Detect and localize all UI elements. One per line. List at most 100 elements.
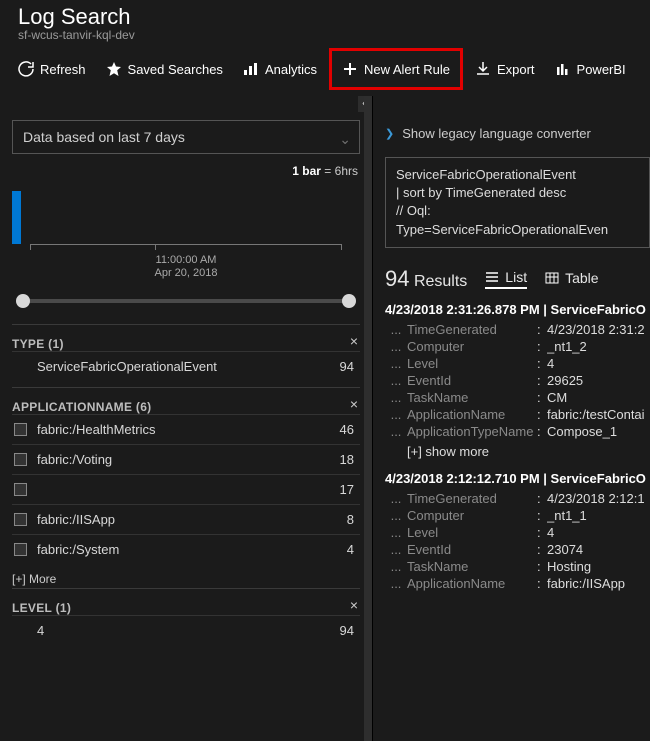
field-menu-icon[interactable]: ... [385,424,407,439]
scrollbar[interactable] [364,96,372,741]
field-key: ApplicationName [407,576,537,591]
filter-item-name: 4 [37,623,330,638]
filter-title: APPLICATIONNAME (6) [12,400,360,414]
legacy-converter-label: Show legacy language converter [402,126,591,141]
field-menu-icon[interactable]: ... [385,322,407,337]
entry-field: ...Level:4 [385,524,650,541]
results-count: 94 Results [385,266,467,292]
time-range-selector[interactable]: Data based on last 7 days ⌄ [12,120,360,154]
field-menu-icon[interactable]: ... [385,559,407,574]
powerbi-icon [555,61,571,77]
filter-group: LEVEL (1)×494 [12,588,360,651]
field-value: 23074 [547,542,583,557]
entry-header[interactable]: 4/23/2018 2:31:26.878 PM | ServiceFabric… [385,302,650,317]
field-key: ApplicationName [407,407,537,422]
close-icon[interactable]: × [350,597,358,613]
entry-field: ...ApplicationName:fabric:/testContai [385,406,650,423]
filter-item[interactable]: fabric:/Voting 18 [12,444,360,474]
histogram-chart[interactable] [12,180,360,250]
filter-item[interactable]: ServiceFabricOperationalEvent 94 [12,351,360,381]
filter-item[interactable]: 494 [12,615,360,645]
time-slider[interactable] [16,294,356,308]
field-key: TimeGenerated [407,491,537,506]
filter-item[interactable]: fabric:/HealthMetrics46 [12,414,360,444]
result-entry: 4/23/2018 2:31:26.878 PM | ServiceFabric… [385,302,650,459]
analytics-button[interactable]: Analytics [235,55,325,83]
show-more-link[interactable]: [+] show more [407,444,650,459]
filter-item[interactable]: fabric:/IISApp8 [12,504,360,534]
field-key: Computer [407,339,537,354]
field-value: Hosting [547,559,591,574]
filter-item-name: ServiceFabricOperationalEvent [37,359,330,374]
chart-legend: 1 bar = 6hrs [0,164,358,178]
field-menu-icon[interactable]: ... [385,542,407,557]
powerbi-button[interactable]: PowerBI [547,55,634,83]
field-menu-icon[interactable]: ... [385,576,407,591]
field-value: Compose_1 [547,424,617,439]
field-value: 4/23/2018 2:31:2 [547,322,645,337]
more-link[interactable]: [+] More [12,572,360,586]
result-entry: 4/23/2018 2:12:12.710 PM | ServiceFabric… [385,471,650,592]
histogram-bar[interactable] [12,209,21,244]
new-alert-rule-button[interactable]: New Alert Rule [329,48,463,90]
checkbox[interactable] [14,543,27,556]
field-menu-icon[interactable]: ... [385,390,407,405]
entry-field: ...TimeGenerated:4/23/2018 2:12:1 [385,490,650,507]
field-menu-icon[interactable]: ... [385,491,407,506]
field-menu-icon[interactable]: ... [385,373,407,388]
chart-axis-label: 11:00:00 AM Apr 20, 2018 [0,254,372,280]
filter-item-count: 18 [340,452,358,467]
checkbox[interactable] [14,483,27,496]
analytics-icon [243,61,259,77]
entry-field: ...Computer:_nt1_1 [385,507,650,524]
export-label: Export [497,62,535,77]
field-value: _nt1_1 [547,508,587,523]
legacy-converter-toggle[interactable]: ❯ Show legacy language converter [385,126,650,141]
filter-item-name: fabric:/Voting [37,452,330,467]
workspace-name: sf-wcus-tanvir-kql-dev [18,28,632,42]
time-range-label: Data based on last 7 days [23,129,185,145]
field-menu-icon[interactable]: ... [385,339,407,354]
slider-handle-left[interactable] [16,294,30,308]
field-value: fabric:/IISApp [547,576,625,591]
filter-item-count: 46 [340,422,358,437]
table-view-toggle[interactable]: Table [545,270,598,288]
field-value: CM [547,390,567,405]
refresh-label: Refresh [40,62,86,77]
close-icon[interactable]: × [350,396,358,412]
filter-item[interactable]: 17 [12,474,360,504]
checkbox[interactable] [14,513,27,526]
saved-searches-label: Saved Searches [128,62,223,77]
field-menu-icon[interactable]: ... [385,525,407,540]
filter-group: APPLICATIONNAME (6)× fabric:/HealthMetric… [12,387,360,570]
checkbox[interactable] [14,423,27,436]
refresh-icon [18,61,34,77]
field-key: Level [407,356,537,371]
filter-item-count: 4 [347,542,358,557]
close-icon[interactable]: × [350,333,358,349]
saved-searches-button[interactable]: Saved Searches [98,55,231,83]
field-key: TimeGenerated [407,322,537,337]
field-menu-icon[interactable]: ... [385,407,407,422]
analytics-label: Analytics [265,62,317,77]
checkbox[interactable] [14,453,27,466]
list-view-toggle[interactable]: List [485,269,527,289]
entry-field: ...TimeGenerated:4/23/2018 2:31:2 [385,321,650,338]
field-menu-icon[interactable]: ... [385,356,407,371]
field-value: fabric:/testContai [547,407,645,422]
right-panel: ❯ Show legacy language converter Service… [373,96,650,741]
left-panel: « Data based on last 7 days ⌄ 1 bar = 6h… [0,96,373,741]
field-menu-icon[interactable]: ... [385,508,407,523]
export-button[interactable]: Export [467,55,543,83]
list-label: List [505,269,527,285]
filter-item[interactable]: fabric:/System4 [12,534,360,564]
slider-handle-right[interactable] [342,294,356,308]
entry-field: ...ApplicationTypeName:Compose_1 [385,423,650,440]
star-icon [106,61,122,77]
entry-field: ...EventId:29625 [385,372,650,389]
field-value: 29625 [547,373,583,388]
refresh-button[interactable]: Refresh [10,55,94,83]
filter-item-count: 94 [340,359,358,374]
entry-header[interactable]: 4/23/2018 2:12:12.710 PM | ServiceFabric… [385,471,650,486]
query-editor[interactable]: ServiceFabricOperationalEvent | sort by … [385,157,650,248]
